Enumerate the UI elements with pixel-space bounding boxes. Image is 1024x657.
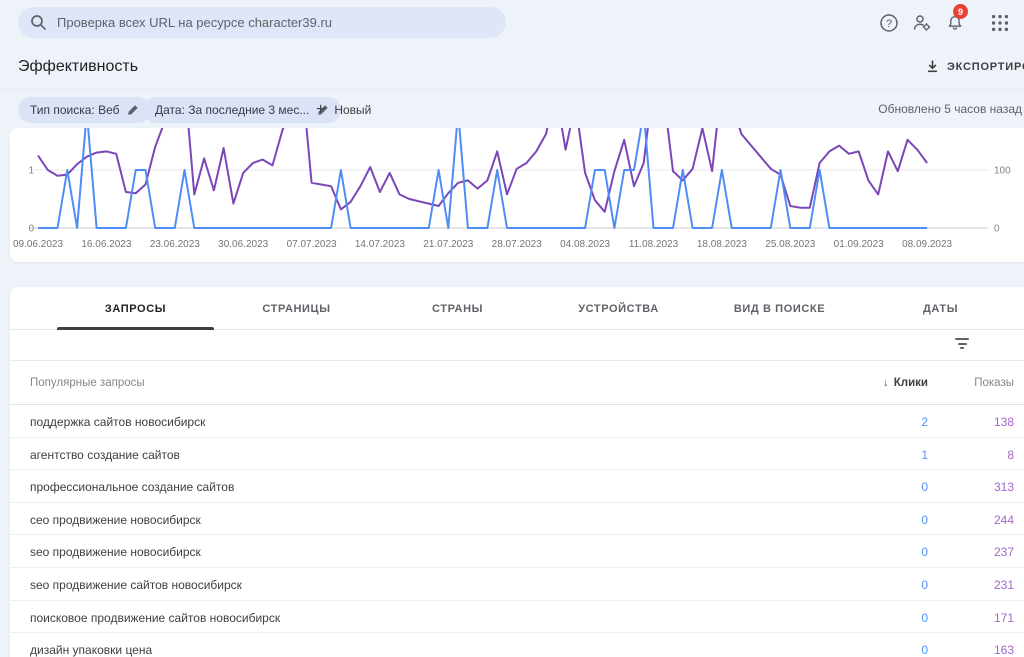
row-impressions-value: 313 xyxy=(994,480,1014,494)
query-text: дизайн упаковки цена xyxy=(30,643,152,657)
help-button[interactable]: ? xyxy=(876,10,902,36)
chip-label: Тип поиска: Веб xyxy=(30,103,119,117)
filter-list-icon[interactable] xyxy=(954,338,970,352)
row-clicks-value: 0 xyxy=(921,643,928,657)
account-settings-button[interactable] xyxy=(909,10,935,36)
table-row[interactable]: поисковое продвижение сайтов новосибирск… xyxy=(10,601,1024,634)
svg-text:1: 1 xyxy=(28,166,34,177)
svg-text:25.08.2023: 25.08.2023 xyxy=(765,239,815,250)
row-impressions-value: 8 xyxy=(1007,448,1014,462)
table-row[interactable]: seo продвижение новосибирск 0 237 xyxy=(10,535,1024,568)
filter-row: Тип поиска: Веб Дата: За последние 3 мес… xyxy=(0,90,1024,128)
dimensions-table-card: ЗАПРОСЫСТРАНИЦЫСТРАНЫУСТРОЙСТВАВИД В ПОИ… xyxy=(10,287,1024,657)
svg-text:07.07.2023: 07.07.2023 xyxy=(287,239,337,250)
svg-text:11.08.2023: 11.08.2023 xyxy=(629,239,679,250)
query-text: поисковое продвижение сайтов новосибирск xyxy=(30,611,280,625)
row-impressions-value: 171 xyxy=(994,611,1014,625)
column-header-clicks[interactable]: ↓Клики xyxy=(883,377,928,389)
table-row[interactable]: seo продвижение сайтов новосибирск 0 231 xyxy=(10,568,1024,601)
svg-text:14.07.2023: 14.07.2023 xyxy=(355,239,405,250)
row-impressions-value: 138 xyxy=(994,415,1014,429)
svg-text:0: 0 xyxy=(994,224,1000,235)
search-icon xyxy=(30,14,47,31)
updated-status: Обновлено 5 часов назад xyxy=(878,102,1022,116)
search-type-filter-chip[interactable]: Тип поиска: Веб xyxy=(18,97,151,123)
row-clicks-value: 2 xyxy=(921,415,928,429)
svg-text:0: 0 xyxy=(28,224,34,235)
sort-descending-icon: ↓ xyxy=(883,377,889,389)
clicks-line xyxy=(38,128,927,228)
new-filter-label: Новый xyxy=(334,103,371,117)
user-gear-icon xyxy=(911,12,933,34)
svg-text:04.08.2023: 04.08.2023 xyxy=(560,239,610,250)
column-header-queries: Популярные запросы xyxy=(30,377,145,389)
svg-text:23.06.2023: 23.06.2023 xyxy=(150,239,200,250)
row-clicks-value: 0 xyxy=(921,545,928,559)
table-row[interactable]: поддержка сайтов новосибирск 2 138 xyxy=(10,405,1024,438)
row-impressions-value: 163 xyxy=(994,643,1014,657)
svg-text:09.06.2023: 09.06.2023 xyxy=(13,239,63,250)
notification-badge: 9 xyxy=(953,4,968,19)
tab-pages[interactable]: СТРАНИЦЫ xyxy=(216,287,377,330)
row-clicks-value: 0 xyxy=(921,513,928,527)
row-impressions-value: 237 xyxy=(994,545,1014,559)
apps-grid-icon xyxy=(991,14,1009,32)
help-icon: ? xyxy=(879,13,899,33)
export-button[interactable]: ЭКСПОРТИРОВАТЬ xyxy=(925,59,1024,74)
tab-queries[interactable]: ЗАПРОСЫ xyxy=(55,287,216,330)
query-text: агентство создание сайтов xyxy=(30,448,180,462)
query-text: seo продвижение сайтов новосибирск xyxy=(30,578,242,592)
notifications-button[interactable]: 9 xyxy=(942,10,968,36)
svg-text:16.06.2023: 16.06.2023 xyxy=(81,239,131,250)
table-row[interactable]: сео продвижение новосибирск 0 244 xyxy=(10,503,1024,536)
query-text: поддержка сайтов новосибирск xyxy=(30,415,205,429)
new-filter-button[interactable]: + Новый xyxy=(308,97,379,123)
table-body: поддержка сайтов новосибирск 2 138 агентств… xyxy=(10,405,1024,657)
svg-text:30.06.2023: 30.06.2023 xyxy=(218,239,268,250)
query-text: профессиональное создание сайтов xyxy=(30,480,234,494)
performance-chart-card: 1 0 100 0 09.06.2023 16.06.2023 23.06.2023 30.0… xyxy=(10,128,1024,262)
clicks-impressions-chart[interactable]: 1 0 100 0 09.06.2023 16.06.2023 23.06.2023 30.0… xyxy=(10,128,1024,260)
svg-text:100: 100 xyxy=(994,166,1011,177)
tab-search-appearance[interactable]: ВИД В ПОИСКЕ xyxy=(699,287,860,330)
row-clicks-value: 0 xyxy=(921,578,928,592)
search-input[interactable] xyxy=(57,15,494,30)
dimension-tabs: ЗАПРОСЫСТРАНИЦЫСТРАНЫУСТРОЙСТВАВИД В ПОИ… xyxy=(10,287,1024,330)
tab-devices[interactable]: УСТРОЙСТВА xyxy=(538,287,699,330)
row-impressions-value: 244 xyxy=(994,513,1014,527)
search-console-app: { "topbar": { "search_placeholder": "Про… xyxy=(0,0,1024,657)
tab-countries[interactable]: СТРАНЫ xyxy=(377,287,538,330)
table-row[interactable]: дизайн упаковки цена 0 163 xyxy=(10,633,1024,657)
svg-text:01.09.2023: 01.09.2023 xyxy=(834,239,884,250)
row-clicks-value: 0 xyxy=(921,611,928,625)
edit-pencil-icon xyxy=(127,104,139,116)
row-clicks-value: 1 xyxy=(921,448,928,462)
row-clicks-value: 0 xyxy=(921,480,928,494)
page-header: Эффективность ЭКСПОРТИРОВАТЬ xyxy=(0,45,1024,90)
query-text: seo продвижение новосибирск xyxy=(30,545,201,559)
row-impressions-value: 231 xyxy=(994,578,1014,592)
top-bar: ? 9 xyxy=(0,0,1024,45)
download-icon xyxy=(925,59,940,74)
chip-label: Дата: За последние 3 мес... xyxy=(155,103,309,117)
table-header-row: Популярные запросы ↓Клики Показы xyxy=(10,361,1024,405)
svg-text:28.07.2023: 28.07.2023 xyxy=(492,239,542,250)
svg-text:21.07.2023: 21.07.2023 xyxy=(423,239,473,250)
page-title: Эффективность xyxy=(18,58,138,76)
column-header-impressions[interactable]: Показы xyxy=(974,377,1014,389)
svg-text:?: ? xyxy=(886,18,892,30)
table-row[interactable]: агентство создание сайтов 1 8 xyxy=(10,438,1024,471)
svg-text:18.08.2023: 18.08.2023 xyxy=(697,239,747,250)
query-text: сео продвижение новосибирск xyxy=(30,513,201,527)
url-inspection-search[interactable] xyxy=(18,7,506,38)
table-toolbar xyxy=(10,330,1024,361)
tab-dates[interactable]: ДАТЫ xyxy=(860,287,1021,330)
table-row[interactable]: профессиональное создание сайтов 0 313 xyxy=(10,470,1024,503)
export-label: ЭКСПОРТИРОВАТЬ xyxy=(947,61,1024,73)
apps-menu-button[interactable] xyxy=(987,10,1013,36)
svg-text:08.09.2023: 08.09.2023 xyxy=(902,239,952,250)
plus-icon: + xyxy=(316,102,325,118)
